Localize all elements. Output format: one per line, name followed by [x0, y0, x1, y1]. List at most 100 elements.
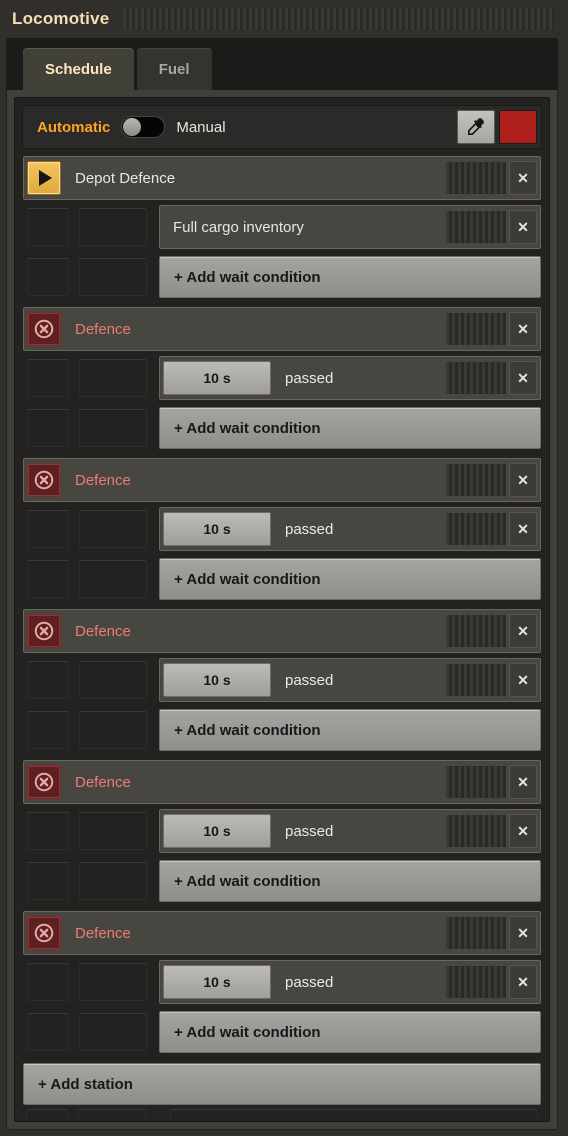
condition-slot-wide	[79, 359, 147, 397]
condition-row: 10 s passed ✕	[23, 657, 541, 703]
condition-suffix-label: passed	[285, 671, 334, 689]
station-header[interactable]: Depot Defence ✕	[23, 156, 541, 200]
play-icon[interactable]	[27, 161, 61, 195]
condition-remove-button[interactable]: ✕	[509, 361, 537, 395]
condition-slot-wide	[79, 862, 147, 900]
station-drag-handle[interactable]	[446, 766, 506, 798]
mode-toggle[interactable]	[121, 116, 166, 138]
add-wait-condition-button[interactable]: + Add wait condition	[159, 407, 541, 449]
station-header[interactable]: Defence ✕	[23, 307, 541, 351]
condition-slot-small	[27, 510, 69, 548]
station-name: Defence	[75, 320, 131, 338]
condition-suffix-label: passed	[285, 973, 334, 991]
condition-suffix-label: passed	[285, 822, 334, 840]
condition-remove-button[interactable]: ✕	[509, 210, 537, 244]
play-triangle	[39, 170, 52, 186]
station-header[interactable]: Defence ✕	[23, 911, 541, 955]
tab-schedule[interactable]: Schedule	[23, 48, 134, 90]
trailing-placeholder-row	[22, 1109, 542, 1121]
condition-slot-wide	[78, 1109, 146, 1121]
wait-time-button[interactable]: 10 s	[163, 814, 271, 848]
station-drag-handle[interactable]	[446, 464, 506, 496]
station-block: Depot Defence ✕ Full cargo inventory ✕ +…	[22, 155, 542, 305]
station-remove-button[interactable]: ✕	[509, 614, 537, 648]
condition-slot-wide	[79, 258, 147, 296]
condition-drag-handle[interactable]	[446, 362, 506, 394]
station-remove-button[interactable]: ✕	[509, 765, 537, 799]
condition-body[interactable]: 10 s passed ✕	[159, 809, 541, 853]
station-name: Defence	[75, 471, 131, 489]
condition-slot-small	[27, 711, 69, 749]
tab-schedule-label: Schedule	[45, 60, 112, 78]
tab-fuel-label: Fuel	[158, 60, 190, 78]
tab-fuel[interactable]: Fuel	[136, 48, 212, 90]
add-wait-condition-button[interactable]: + Add wait condition	[159, 1011, 541, 1053]
circle-x-icon[interactable]	[27, 765, 61, 799]
add-wait-condition-button[interactable]: + Add wait condition	[159, 256, 541, 298]
condition-drag-handle[interactable]	[446, 815, 506, 847]
circle-x-icon[interactable]	[27, 916, 61, 950]
condition-body[interactable]: 10 s passed ✕	[159, 960, 541, 1004]
wait-time-button[interactable]: 10 s	[163, 663, 271, 697]
condition-remove-button[interactable]: ✕	[509, 814, 537, 848]
condition-suffix-label: passed	[285, 520, 334, 538]
station-remove-button[interactable]: ✕	[509, 161, 537, 195]
circle-x-glyph	[34, 621, 54, 641]
circle-x-icon[interactable]	[27, 312, 61, 346]
wait-time-button[interactable]: 10 s	[163, 512, 271, 546]
circle-x-icon[interactable]	[27, 463, 61, 497]
condition-remove-button[interactable]: ✕	[509, 965, 537, 999]
schedule-scroll-area: Automatic Manual Depot Defence ✕ Full ca…	[14, 97, 550, 1122]
tab-strip: Schedule Fuel	[6, 38, 558, 90]
station-block: Defence ✕ 10 s passed ✕ + Add wait condi…	[22, 910, 542, 1060]
station-drag-handle[interactable]	[446, 313, 506, 345]
condition-slot-small	[27, 862, 69, 900]
add-wait-condition-button[interactable]: + Add wait condition	[159, 558, 541, 600]
condition-slot-small	[26, 1109, 68, 1121]
window-drag-handle[interactable]	[123, 8, 554, 30]
station-remove-button[interactable]: ✕	[509, 916, 537, 950]
add-wait-condition-button[interactable]: + Add wait condition	[159, 860, 541, 902]
train-color-swatch[interactable]	[499, 110, 537, 144]
station-remove-button[interactable]: ✕	[509, 312, 537, 346]
mode-bar: Automatic Manual	[22, 105, 542, 149]
condition-remove-button[interactable]: ✕	[509, 512, 537, 546]
condition-body[interactable]: 10 s passed ✕	[159, 658, 541, 702]
station-drag-handle[interactable]	[446, 615, 506, 647]
condition-body[interactable]: 10 s passed ✕	[159, 507, 541, 551]
automatic-mode-label[interactable]: Automatic	[37, 119, 110, 136]
station-drag-handle[interactable]	[446, 162, 506, 194]
condition-drag-handle[interactable]	[446, 211, 506, 243]
station-header[interactable]: Defence ✕	[23, 760, 541, 804]
manual-mode-label[interactable]: Manual	[176, 119, 225, 136]
station-header[interactable]: Defence ✕	[23, 609, 541, 653]
station-name: Defence	[75, 773, 131, 791]
condition-slot-small	[27, 560, 69, 598]
condition-remove-button[interactable]: ✕	[509, 663, 537, 697]
condition-suffix-label: passed	[285, 369, 334, 387]
circle-x-glyph	[34, 923, 54, 943]
station-name: Defence	[75, 622, 131, 640]
wait-time-button[interactable]: 10 s	[163, 361, 271, 395]
pipette-button[interactable]	[457, 110, 495, 144]
circle-x-icon[interactable]	[27, 614, 61, 648]
condition-slot-small	[27, 208, 69, 246]
station-remove-button[interactable]: ✕	[509, 463, 537, 497]
station-block: Defence ✕ 10 s passed ✕ + Add wait condi…	[22, 759, 542, 909]
page-title: Locomotive	[12, 9, 110, 28]
condition-drag-handle[interactable]	[446, 664, 506, 696]
condition-drag-handle[interactable]	[446, 966, 506, 998]
station-block: Defence ✕ 10 s passed ✕ + Add wait condi…	[22, 457, 542, 607]
condition-drag-handle[interactable]	[446, 513, 506, 545]
wait-time-button[interactable]: 10 s	[163, 965, 271, 999]
pipette-icon	[468, 118, 484, 135]
condition-body[interactable]: 10 s passed ✕	[159, 356, 541, 400]
mode-toggle-knob	[123, 118, 142, 136]
add-station-button[interactable]: + Add station	[23, 1063, 541, 1105]
station-header[interactable]: Defence ✕	[23, 458, 541, 502]
condition-slot-wide	[79, 711, 147, 749]
condition-body[interactable]: Full cargo inventory ✕	[159, 205, 541, 249]
station-name: Defence	[75, 924, 131, 942]
station-drag-handle[interactable]	[446, 917, 506, 949]
add-wait-condition-button[interactable]: + Add wait condition	[159, 709, 541, 751]
